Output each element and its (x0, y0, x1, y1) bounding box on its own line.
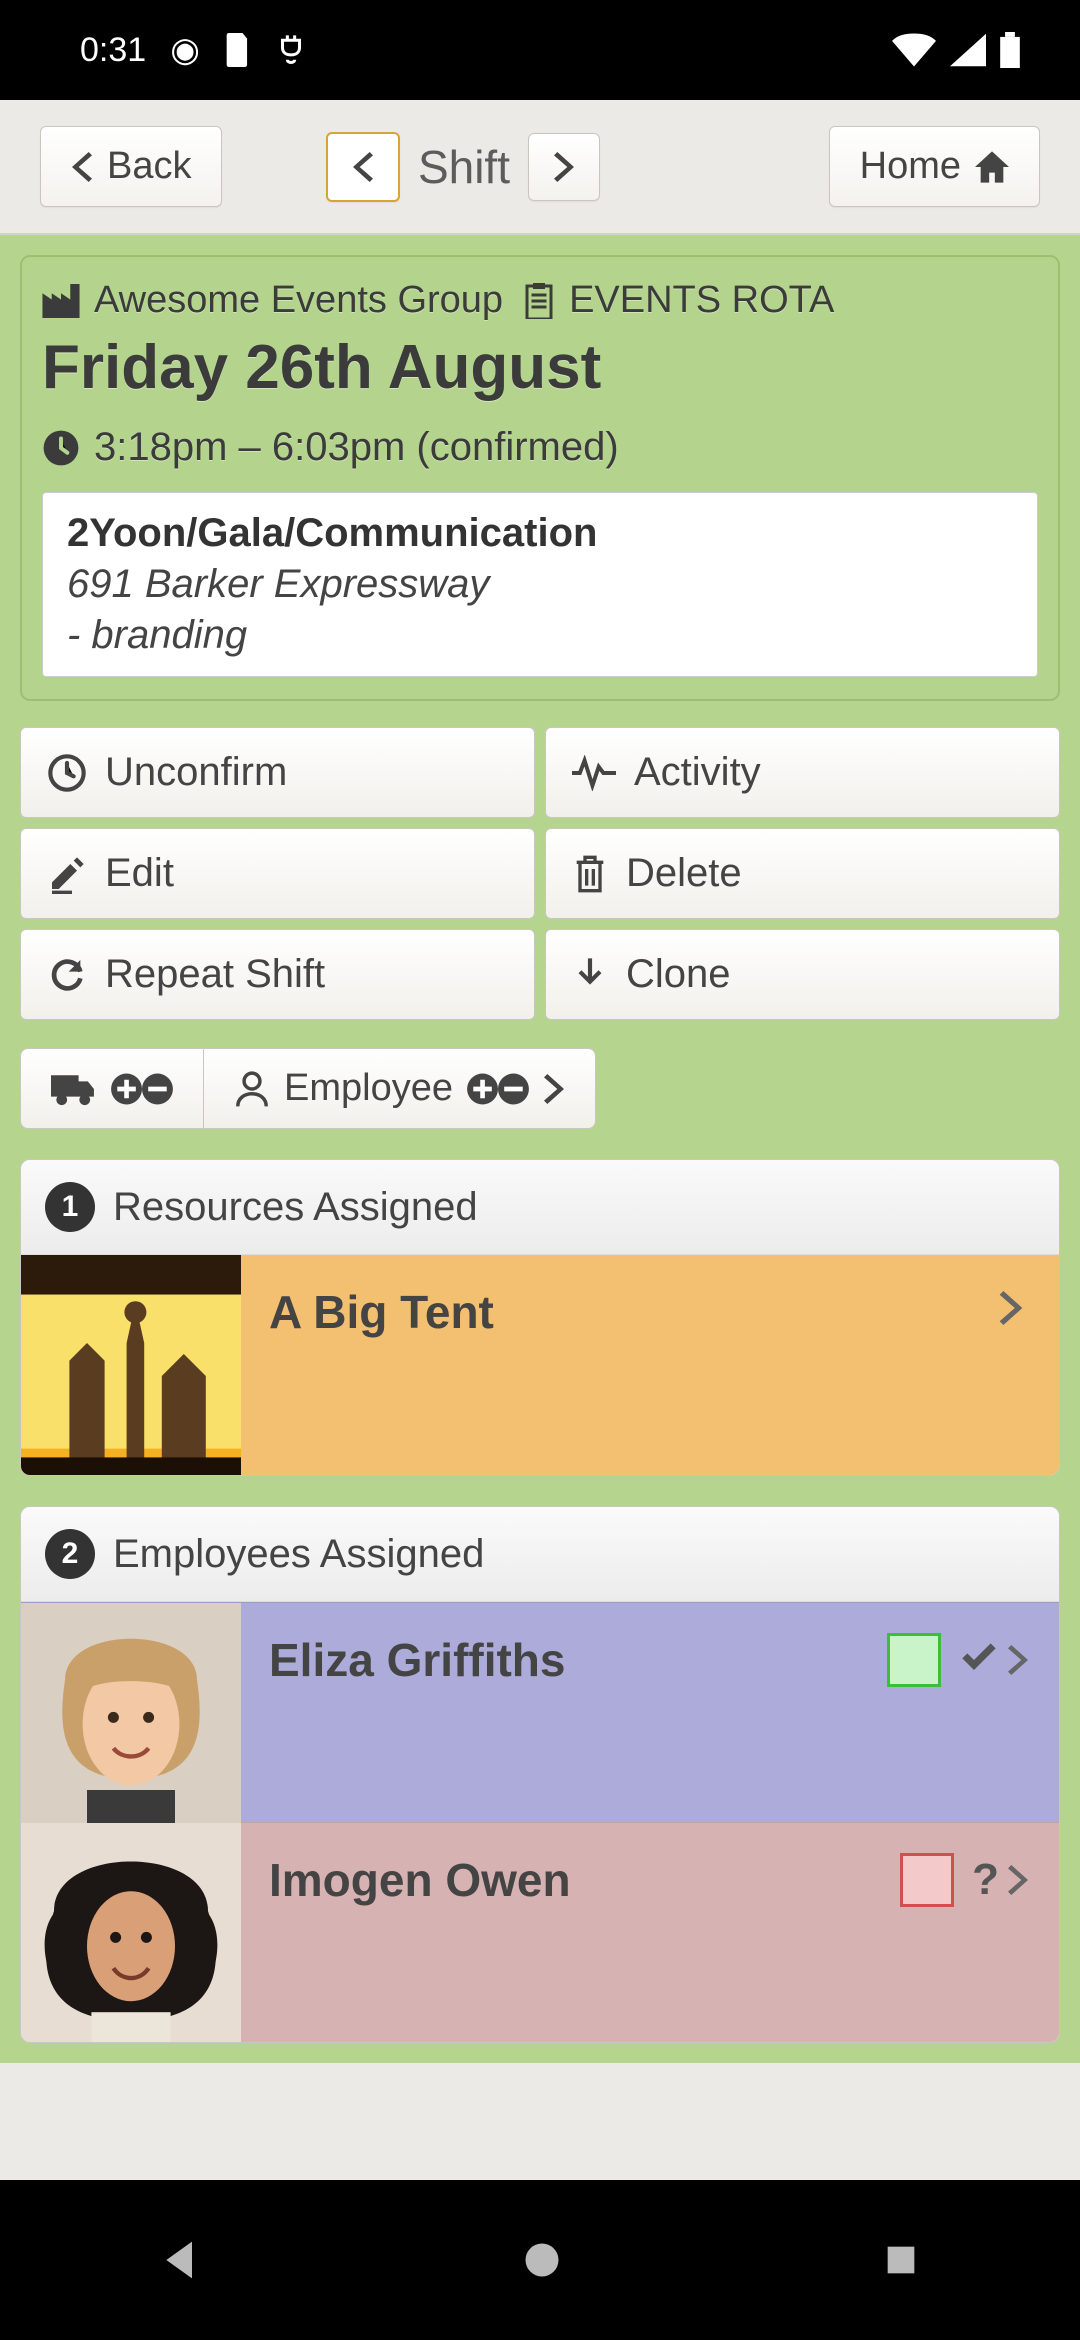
resources-header: 1 Resources Assigned (21, 1160, 1059, 1255)
employees-section: 2 Employees Assigned Eliza Griffiths (20, 1506, 1060, 2043)
add-resource-button[interactable] (20, 1048, 204, 1129)
employee-row[interactable]: Eliza Griffiths (21, 1602, 1059, 1822)
plus-minus-icon (111, 1072, 173, 1106)
edit-button[interactable]: Edit (20, 828, 535, 919)
home-label: Home (860, 145, 961, 188)
unconfirm-button[interactable]: Unconfirm (20, 727, 535, 818)
employees-header-label: Employees Assigned (113, 1532, 484, 1577)
delete-button[interactable]: Delete (545, 828, 1060, 919)
sd-card-icon (224, 33, 252, 67)
employee-row[interactable]: Imogen Owen ? (21, 1822, 1059, 2042)
resource-name: A Big Tent (241, 1255, 963, 1339)
factory-icon (42, 284, 80, 318)
status-box-unknown (900, 1853, 954, 1907)
resources-section: 1 Resources Assigned A Big Tent (20, 1159, 1060, 1476)
disc-icon: ◉ (170, 30, 200, 70)
shift-detail-box: 2Yoon/Gala/Communication 691 Barker Expr… (42, 492, 1038, 677)
clipboard-icon (523, 283, 555, 319)
chevron-right-icon (1007, 1865, 1029, 1895)
home-button[interactable]: Home (829, 126, 1040, 207)
action-grid: Unconfirm Activity Edit Delete Repeat Sh… (20, 727, 1060, 1020)
shift-date: Friday 26th August (42, 332, 1038, 403)
question-icon: ? (972, 1855, 999, 1905)
top-nav: Back Shift Home (0, 100, 1080, 235)
activity-button[interactable]: Activity (545, 727, 1060, 818)
employee-label: Employee (284, 1067, 453, 1110)
employee-avatar (21, 1603, 241, 1823)
nav-recents-button[interactable] (881, 2240, 921, 2280)
edit-label: Edit (105, 851, 174, 896)
delete-label: Delete (626, 851, 742, 896)
person-icon (234, 1070, 270, 1108)
unconfirm-label: Unconfirm (105, 750, 287, 795)
resources-count-badge: 1 (45, 1182, 95, 1232)
nav-back-button[interactable] (159, 2238, 203, 2282)
android-nav-bar (0, 2180, 1080, 2340)
rota-name: EVENTS ROTA (569, 279, 834, 322)
chevron-right-icon (1007, 1645, 1029, 1675)
employee-name: Eliza Griffiths (241, 1603, 887, 1687)
chevron-right-icon (543, 1074, 565, 1104)
next-shift-button[interactable] (528, 133, 600, 201)
shift-detail-title: 2Yoon/Gala/Communication (67, 511, 1013, 556)
check-icon (959, 1643, 999, 1677)
resources-header-label: Resources Assigned (113, 1185, 478, 1230)
resource-thumbnail (21, 1255, 241, 1475)
employees-header: 2 Employees Assigned (21, 1507, 1059, 1602)
shift-panel: Awesome Events Group EVENTS ROTA Friday … (20, 255, 1060, 701)
repeat-button[interactable]: Repeat Shift (20, 929, 535, 1020)
chevron-right-icon (963, 1255, 1059, 1325)
shift-detail-address: 691 Barker Expressway (67, 562, 1013, 607)
plus-minus-icon (467, 1072, 529, 1106)
clone-label: Clone (626, 952, 731, 997)
employees-count-badge: 2 (45, 1529, 95, 1579)
activity-label: Activity (634, 750, 761, 795)
nav-home-button[interactable] (520, 2238, 564, 2282)
resource-row[interactable]: A Big Tent (21, 1255, 1059, 1475)
back-label: Back (107, 145, 191, 188)
clock-icon (42, 429, 80, 467)
android-status-bar: 0:31 ◉ (0, 0, 1080, 100)
clone-button[interactable]: Clone (545, 929, 1060, 1020)
employee-name: Imogen Owen (241, 1823, 900, 1907)
app-icon (276, 33, 306, 67)
org-name: Awesome Events Group (94, 279, 503, 322)
truck-icon (51, 1072, 97, 1106)
back-button[interactable]: Back (40, 126, 222, 207)
wifi-icon (892, 33, 936, 67)
page-title: Shift (418, 140, 510, 194)
prev-shift-button[interactable] (326, 132, 400, 202)
battery-icon (1000, 32, 1020, 68)
cell-signal-icon (950, 33, 986, 67)
status-box-confirmed (887, 1633, 941, 1687)
shift-time: 3:18pm – 6:03pm (confirmed) (94, 425, 619, 470)
shift-detail-tag: - branding (67, 613, 1013, 658)
clock-text: 0:31 (80, 31, 146, 70)
repeat-label: Repeat Shift (105, 952, 325, 997)
add-employee-button[interactable]: Employee (204, 1048, 596, 1129)
employee-avatar (21, 1823, 241, 2043)
